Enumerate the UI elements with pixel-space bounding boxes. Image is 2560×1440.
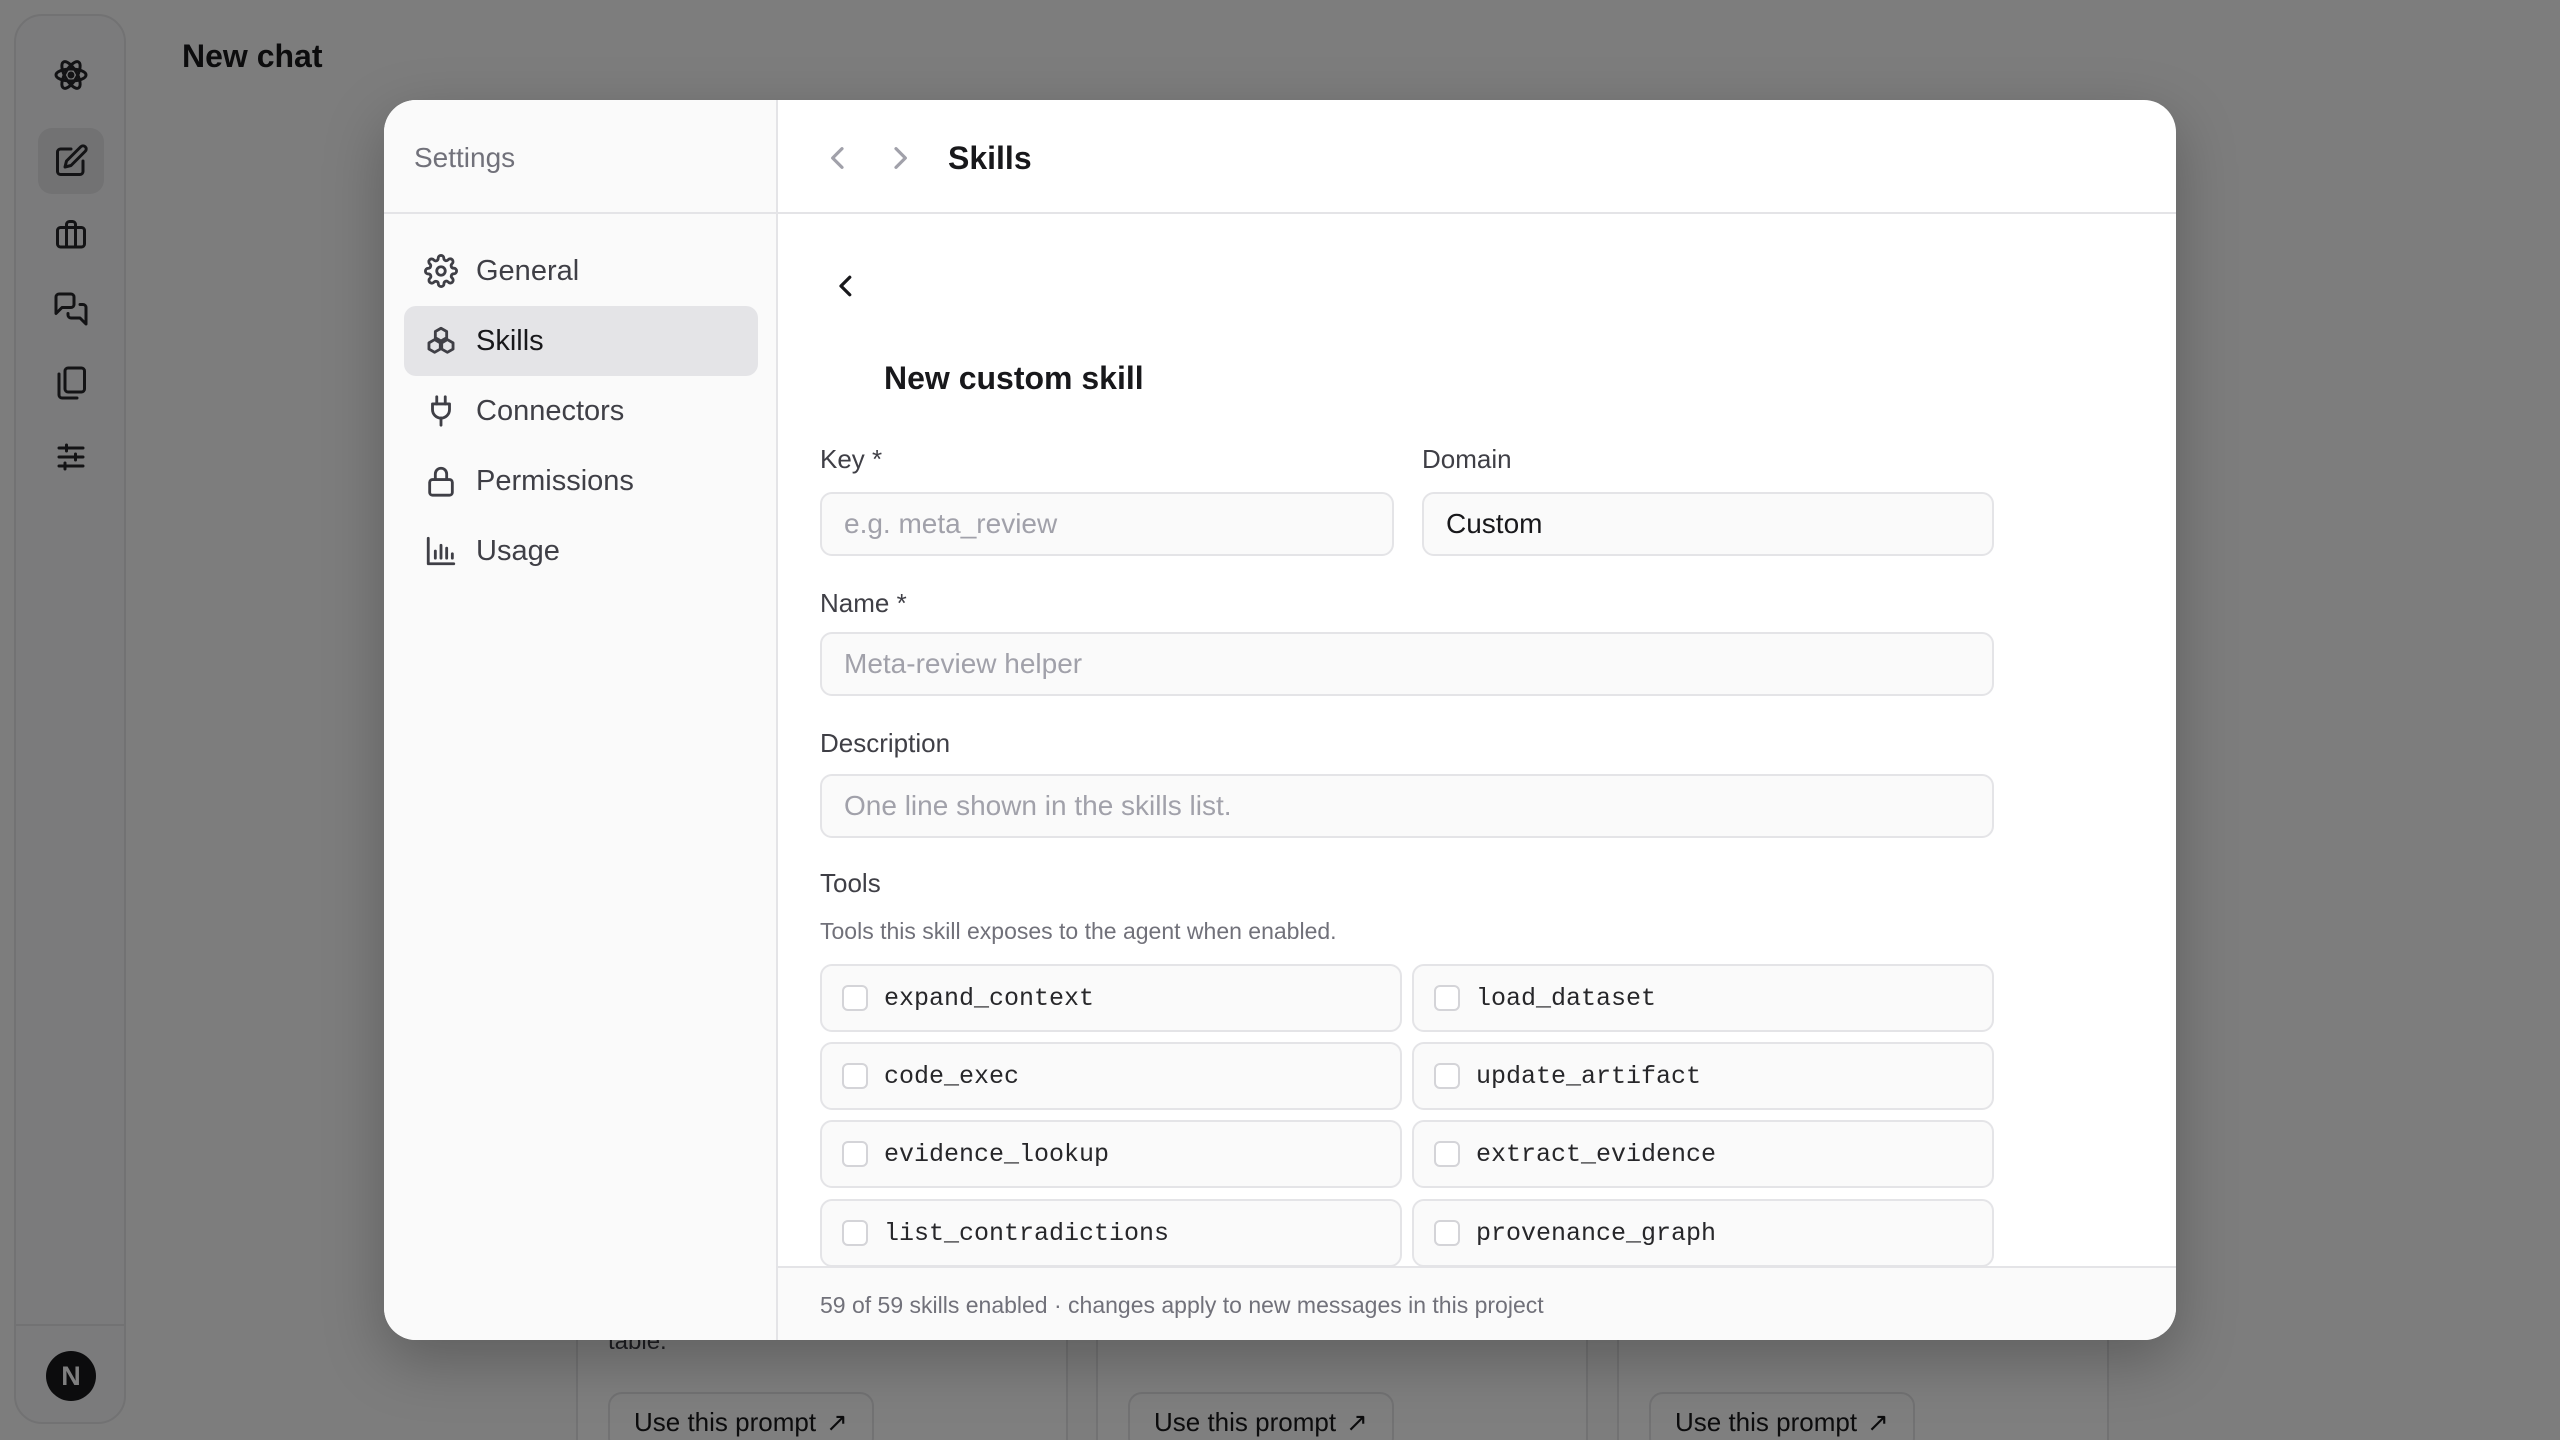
nav-item-connectors[interactable]: Connectors (404, 376, 758, 446)
nav-item-skills[interactable]: Skills (404, 306, 758, 376)
tool-option[interactable]: code_exec (820, 1042, 1402, 1110)
tool-option[interactable]: provenance_graph (1412, 1199, 1994, 1267)
tool-name: list_contradictions (884, 1218, 1170, 1248)
tool-name: provenance_graph (1476, 1218, 1717, 1248)
tool-checkbox[interactable] (1434, 1220, 1460, 1246)
domain-input[interactable] (1422, 492, 1994, 556)
nav-item-label: General (476, 254, 580, 287)
description-input[interactable] (820, 774, 1994, 838)
nav-item-permissions[interactable]: Permissions (404, 446, 758, 516)
tool-checkbox[interactable] (842, 1063, 868, 1089)
skill-form: New custom skill Key * Domain Name * Des… (778, 214, 2176, 1340)
tool-checkbox[interactable] (1434, 985, 1460, 1011)
plug-icon (431, 395, 451, 427)
tool-option[interactable]: update_artifact (1412, 1042, 1994, 1110)
back-to-skills-button[interactable] (826, 266, 866, 306)
tool-checkbox[interactable] (842, 985, 868, 1011)
settings-modal: Settings General Skills Connectors Permi… (384, 100, 2176, 1340)
key-label: Key * (820, 444, 883, 474)
form-title: New custom skill (884, 360, 1144, 396)
settings-section-title: Skills (948, 140, 1032, 176)
key-input[interactable] (820, 492, 1394, 556)
name-label: Name * (820, 588, 907, 618)
tool-name: load_dataset (1476, 983, 1657, 1013)
tool-checkbox[interactable] (1434, 1141, 1460, 1167)
tool-option[interactable]: extract_evidence (1412, 1120, 1994, 1188)
settings-footer: 59 of 59 skills enabled · changes apply … (778, 1266, 2176, 1340)
tool-checkbox[interactable] (1434, 1063, 1460, 1089)
chevron-left-icon (831, 147, 844, 169)
tool-checkbox[interactable] (842, 1141, 868, 1167)
tool-option[interactable]: expand_context (820, 964, 1402, 1032)
tool-name: code_exec (884, 1061, 1020, 1091)
tool-option[interactable]: evidence_lookup (820, 1120, 1402, 1188)
settings-header: Skills (778, 100, 2176, 214)
domain-label: Domain (1422, 444, 1512, 474)
tool-checkbox[interactable] (842, 1220, 868, 1246)
skills-status-text: 59 of 59 skills enabled · changes apply … (820, 1292, 1544, 1318)
settings-sidebar: Settings General Skills Connectors Permi… (384, 100, 778, 1340)
nav-item-label: Skills (476, 324, 544, 357)
lock-icon (428, 466, 454, 497)
gear-icon (424, 254, 458, 288)
name-input[interactable] (820, 632, 1994, 696)
nav-item-label: Permissions (476, 464, 634, 497)
nav-item-label: Connectors (476, 394, 625, 427)
tool-name: evidence_lookup (884, 1139, 1110, 1169)
skills-icon (427, 326, 455, 354)
tool-option[interactable]: load_dataset (1412, 964, 1994, 1032)
tool-name: expand_context (884, 983, 1095, 1013)
settings-sidebar-header: Settings (384, 100, 776, 214)
bar-chart-icon (426, 536, 456, 566)
nav-item-label: Usage (476, 534, 560, 567)
tools-help-text: Tools this skill exposes to the agent wh… (820, 918, 1337, 944)
tool-option[interactable]: list_contradictions (820, 1199, 1402, 1267)
nav-forward-button[interactable] (876, 134, 924, 182)
tools-label: Tools (820, 868, 881, 898)
chevron-left-icon (839, 275, 852, 297)
chevron-right-icon (894, 147, 907, 169)
settings-title: Settings (414, 142, 516, 173)
description-label: Description (820, 728, 951, 758)
tool-name: extract_evidence (1476, 1139, 1717, 1169)
nav-item-usage[interactable]: Usage (404, 516, 758, 586)
nav-item-general[interactable]: General (404, 236, 758, 306)
tool-name: update_artifact (1476, 1061, 1702, 1091)
nav-back-button[interactable] (814, 134, 862, 182)
